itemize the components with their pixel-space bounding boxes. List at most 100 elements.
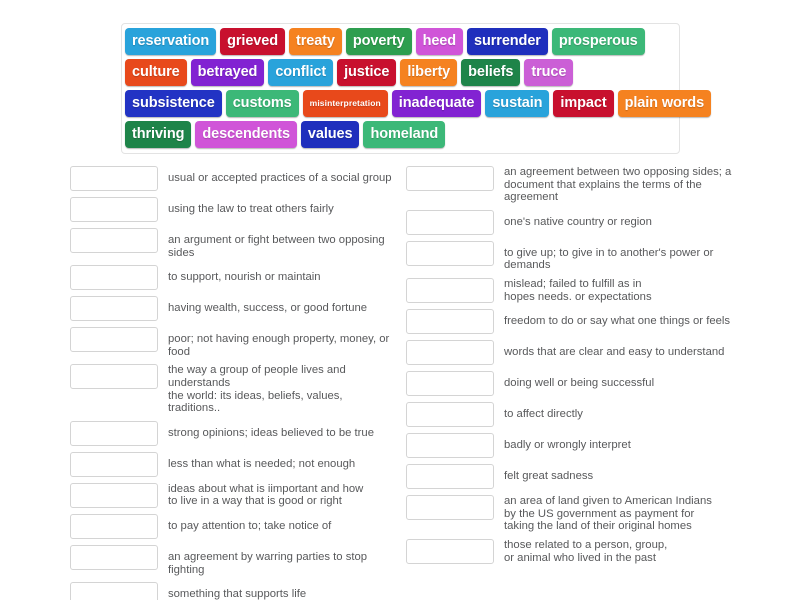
answer-dropbox[interactable] bbox=[406, 433, 494, 459]
answer-dropbox[interactable] bbox=[70, 228, 158, 253]
definition-row: an agreement between two opposing sides;… bbox=[406, 166, 736, 204]
answer-dropbox[interactable] bbox=[70, 544, 158, 570]
word-tile[interactable]: culture bbox=[125, 59, 187, 86]
word-tile[interactable]: inadequate bbox=[391, 90, 482, 117]
answer-dropbox[interactable] bbox=[406, 340, 494, 366]
definition-text: to give up; to give in to another's powe… bbox=[504, 246, 714, 272]
definition-row: to affect directly bbox=[406, 402, 736, 428]
word-bank-row: thriving descendents values homeland bbox=[125, 121, 676, 148]
answer-dropbox[interactable] bbox=[70, 197, 158, 222]
word-tile[interactable]: prosperous bbox=[551, 28, 645, 55]
definition-text: to affect directly bbox=[504, 408, 583, 421]
word-tile[interactable]: plain words bbox=[617, 90, 712, 117]
word-bank-row: reservation grieved treaty poverty heed surre… bbox=[125, 28, 676, 55]
definition-text: poor; not having enough property, money,… bbox=[168, 333, 390, 358]
definition-text: ideas about what is iimportant and how t… bbox=[168, 482, 364, 508]
definitions-column-left: usual or accepted practices of a social … bbox=[70, 166, 395, 600]
word-tile[interactable]: thriving bbox=[125, 121, 192, 148]
word-tile[interactable]: grieved bbox=[220, 28, 285, 55]
definition-text: something that supports life bbox=[168, 588, 307, 600]
definition-row: badly or wrongly interpret bbox=[406, 433, 736, 459]
word-tile[interactable]: treaty bbox=[288, 28, 342, 55]
answer-dropbox[interactable] bbox=[70, 482, 158, 508]
answer-dropbox[interactable] bbox=[406, 402, 494, 428]
definition-row: one's native country or region bbox=[406, 209, 736, 235]
definition-row: those related to a person, group, or ani… bbox=[406, 538, 736, 564]
definition-row: to support, nourish or maintain bbox=[70, 265, 395, 291]
word-tile[interactable]: sustain bbox=[485, 90, 550, 117]
answer-dropbox[interactable] bbox=[406, 309, 494, 335]
definition-text: an agreement between two opposing sides;… bbox=[504, 166, 732, 204]
definition-row: felt great sadness bbox=[406, 464, 736, 490]
definition-row: ideas about what is iimportant and how t… bbox=[70, 482, 395, 508]
definition-text: an agreement by warring parties to stop … bbox=[168, 550, 368, 576]
answer-dropbox[interactable] bbox=[406, 495, 494, 521]
answer-dropbox[interactable] bbox=[70, 513, 158, 539]
word-tile[interactable]: homeland bbox=[363, 121, 446, 148]
definition-text: usual or accepted practices of a social … bbox=[168, 172, 392, 184]
definition-text: having wealth, success, or good fortune bbox=[168, 302, 368, 315]
word-tile[interactable]: truce bbox=[524, 59, 574, 86]
definition-row: having wealth, success, or good fortune bbox=[70, 296, 395, 322]
word-tile[interactable]: surrender bbox=[467, 28, 548, 55]
definition-row: to give up; to give in to another's powe… bbox=[406, 240, 736, 272]
answer-dropbox[interactable] bbox=[70, 582, 158, 600]
definition-row: poor; not having enough property, money,… bbox=[70, 327, 395, 358]
word-tile[interactable]: reservation bbox=[125, 28, 217, 55]
word-tile[interactable]: impact bbox=[553, 90, 614, 117]
definition-text: an area of land given to American Indian… bbox=[504, 495, 712, 533]
answer-dropbox[interactable] bbox=[406, 371, 494, 397]
answer-dropbox[interactable] bbox=[70, 451, 158, 477]
definition-text: to support, nourish or maintain bbox=[168, 271, 321, 284]
word-tile[interactable]: misinterpretation bbox=[302, 90, 388, 117]
definition-text: felt great sadness bbox=[504, 470, 594, 483]
definition-row: the way a group of people lives and unde… bbox=[70, 364, 395, 414]
word-tile[interactable]: subsistence bbox=[125, 90, 222, 117]
answer-dropbox[interactable] bbox=[70, 327, 158, 353]
answer-dropbox[interactable] bbox=[70, 364, 158, 390]
definition-text: badly or wrongly interpret bbox=[504, 439, 631, 452]
word-tile[interactable]: poverty bbox=[345, 28, 412, 55]
answer-dropbox[interactable] bbox=[70, 420, 158, 446]
word-tile[interactable]: conflict bbox=[268, 59, 334, 86]
definition-text: one's native country or region bbox=[504, 215, 652, 228]
word-tile[interactable]: justice bbox=[337, 59, 397, 86]
definition-text: less than what is needed; not enough bbox=[168, 457, 356, 470]
definition-row: mislead; failed to fulfill as in hopes n… bbox=[406, 277, 736, 303]
definition-text: words that are clear and easy to underst… bbox=[504, 346, 725, 359]
definition-text: an argument or fight between two opposin… bbox=[168, 234, 385, 259]
definition-row: usual or accepted practices of a social … bbox=[70, 166, 395, 191]
answer-dropbox[interactable] bbox=[406, 538, 494, 564]
word-tile[interactable]: heed bbox=[415, 28, 464, 55]
answer-dropbox[interactable] bbox=[406, 464, 494, 490]
word-bank-panel: reservation grieved treaty poverty heed surre… bbox=[121, 23, 712, 154]
word-tile[interactable]: beliefs bbox=[461, 59, 521, 86]
definition-row: something that supports life bbox=[70, 582, 395, 600]
definition-text: freedom to do or say what one things or … bbox=[504, 315, 731, 328]
definition-row: freedom to do or say what one things or … bbox=[406, 309, 736, 335]
definition-text: doing well or being successful bbox=[504, 377, 655, 390]
word-tile[interactable]: descendents bbox=[195, 121, 297, 148]
answer-dropbox[interactable] bbox=[406, 240, 494, 266]
answer-dropbox[interactable] bbox=[406, 277, 494, 303]
definition-row: less than what is needed; not enough bbox=[70, 451, 395, 477]
answer-dropbox[interactable] bbox=[70, 296, 158, 322]
word-bank-row: culture betrayed conflict justice liberty bel… bbox=[125, 59, 676, 86]
definitions-column-right: an agreement between two opposing sides;… bbox=[406, 166, 736, 570]
definition-row: an argument or fight between two opposin… bbox=[70, 228, 395, 259]
answer-dropbox[interactable] bbox=[70, 265, 158, 291]
answer-dropbox[interactable] bbox=[70, 166, 158, 191]
word-tile[interactable]: liberty bbox=[400, 59, 458, 86]
word-tile[interactable]: betrayed bbox=[190, 59, 265, 86]
answer-dropbox[interactable] bbox=[406, 166, 494, 191]
word-bank-row: subsistence customs misinterpretation inade… bbox=[125, 90, 712, 117]
definition-text: mislead; failed to fulfill as in hopes n… bbox=[504, 277, 652, 303]
definition-text: using the law to treat others fairly bbox=[168, 203, 334, 215]
word-tile[interactable]: customs bbox=[225, 90, 299, 117]
definition-text: to pay attention to; take notice of bbox=[168, 519, 332, 532]
answer-dropbox[interactable] bbox=[406, 209, 494, 235]
definition-text: the way a group of people lives and unde… bbox=[168, 364, 346, 415]
definition-text: those related to a person, group, or ani… bbox=[504, 538, 668, 564]
definition-row: using the law to treat others fairly bbox=[70, 197, 395, 222]
word-tile[interactable]: values bbox=[300, 121, 360, 148]
